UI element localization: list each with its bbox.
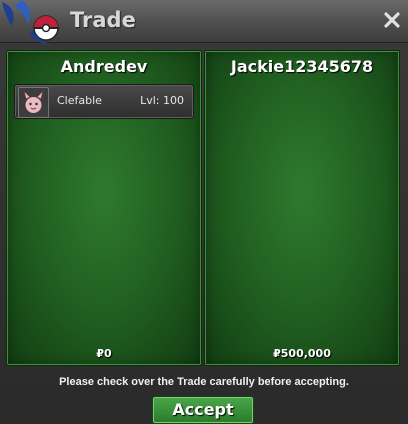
pokemon-level: Lvl: 100	[140, 94, 184, 107]
accept-button[interactable]: Accept	[152, 396, 254, 424]
trade-window: Trade Andredev Clefable Lvl: 100 ₽0 Jack…	[0, 0, 408, 424]
my-offer-panel: Andredev Clefable Lvl: 100 ₽0	[6, 50, 202, 366]
pokeball-logo-icon	[2, 0, 59, 44]
left-money-amount: ₽0	[96, 347, 112, 360]
trade-notice: Please check over the Trade carefully be…	[59, 376, 349, 388]
right-money-amount: ₽500,000	[273, 347, 331, 360]
title-bar[interactable]: Trade	[0, 0, 408, 44]
partner-offer-panel: Jackie12345678 ₽500,000	[204, 50, 400, 366]
close-icon[interactable]	[382, 10, 402, 30]
left-player-name: Andredev	[60, 57, 148, 76]
offered-pokemon-slot[interactable]: Clefable Lvl: 100	[14, 84, 194, 119]
window-title: Trade	[70, 8, 136, 32]
pokemon-name: Clefable	[57, 94, 102, 107]
right-player-name: Jackie12345678	[230, 57, 374, 76]
clefable-sprite-icon	[18, 87, 49, 118]
